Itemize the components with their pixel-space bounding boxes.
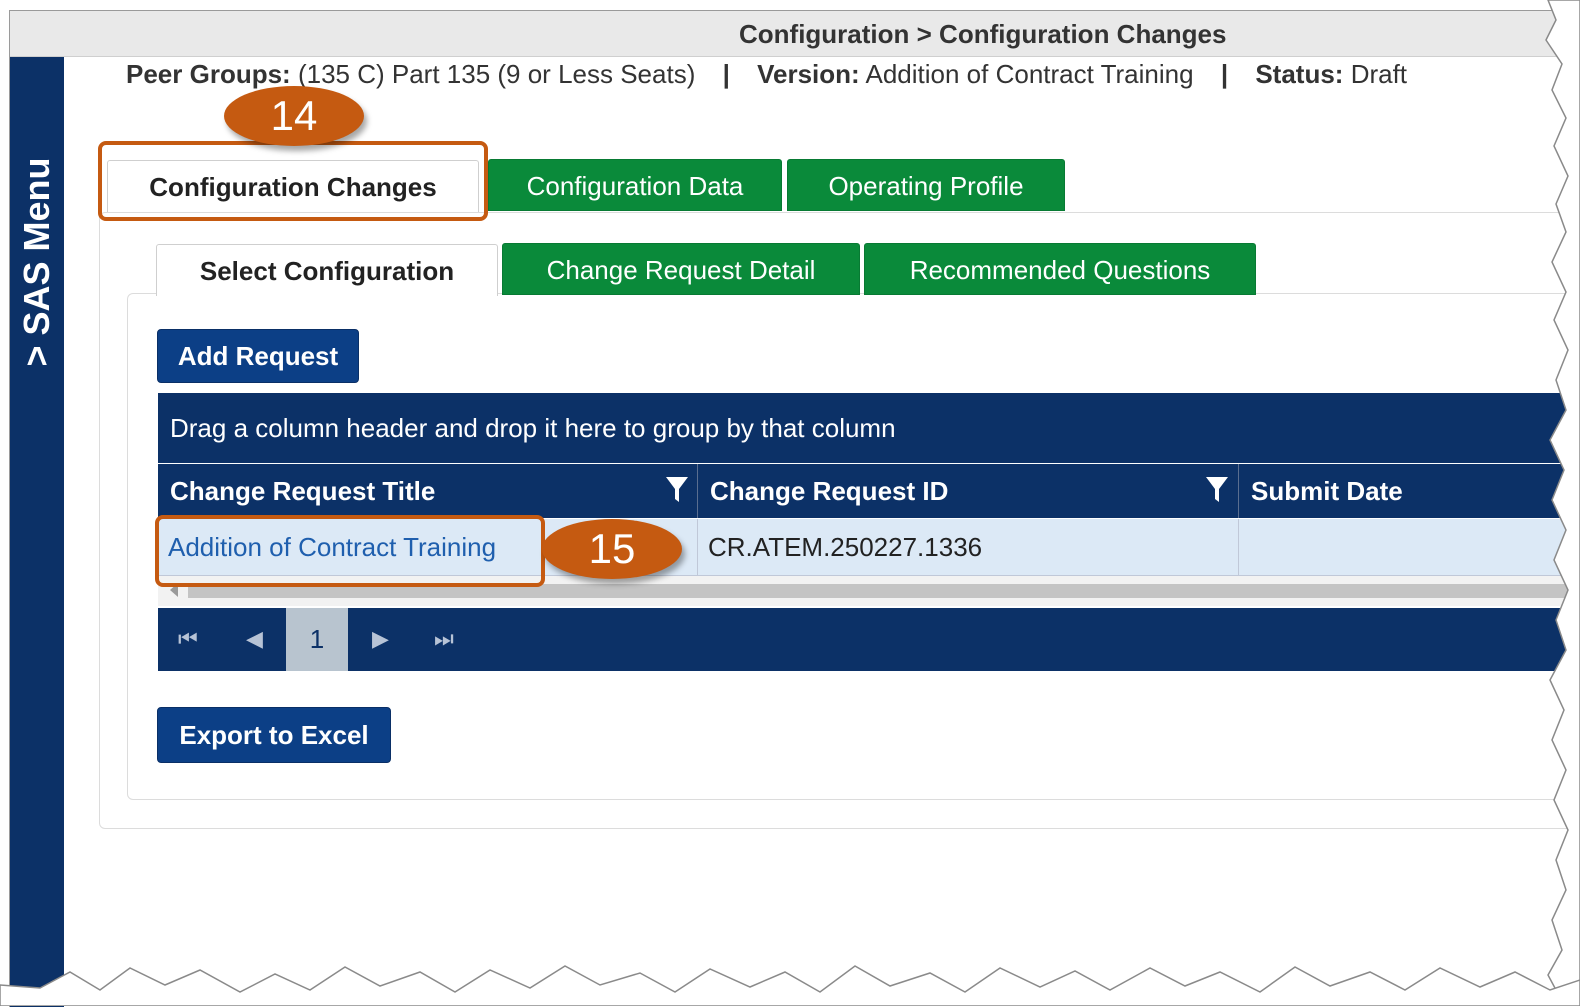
torn-edge-decoration <box>0 0 1580 1006</box>
